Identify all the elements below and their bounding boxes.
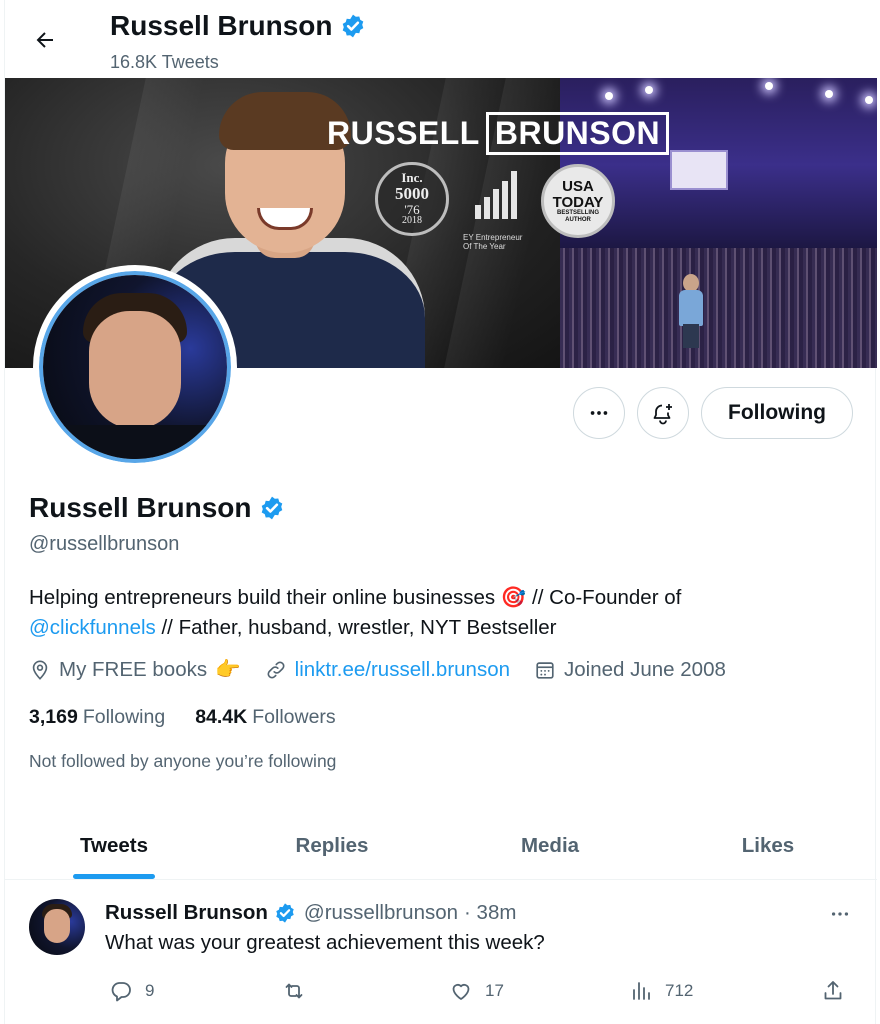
share-icon [824, 981, 842, 1000]
inc-5000-badge: Inc. 5000 '76 2018 [375, 162, 449, 236]
verified-badge-icon [343, 14, 364, 38]
notifications-button[interactable] [637, 387, 689, 439]
tab-media[interactable]: Media [441, 812, 659, 879]
ey-award-badge [463, 162, 529, 228]
website-link[interactable]: linktr.ee/russell.brunson [295, 658, 510, 682]
tweet-actions: 9 17 712 [105, 979, 855, 1009]
tweet-author-handle[interactable]: @russellbrunson [304, 901, 458, 925]
profile-handle: @russellbrunson [29, 533, 180, 555]
share-button[interactable] [821, 979, 845, 1003]
follow-stats: 3,169 Following 84.4K Followers [29, 706, 336, 729]
profile-header-bar: Russell Brunson 16.8K Tweets [5, 0, 877, 78]
header-name-row: Russell Brunson [110, 10, 366, 42]
stage-speaker [677, 274, 705, 348]
profile-location: My FREE books 👉 [29, 658, 241, 682]
more-options-button[interactable] [573, 387, 625, 439]
tweet-count: 16.8K Tweets [110, 52, 219, 72]
like-button[interactable]: 17 [449, 979, 504, 1003]
heart-icon [452, 983, 470, 1000]
reply-icon [111, 982, 131, 1002]
retweet-icon [285, 983, 303, 999]
ey-award-caption: EY Entrepreneur Of The Year [463, 233, 523, 251]
like-count: 17 [485, 981, 504, 1000]
profile-name-row: Russell Brunson [29, 492, 285, 524]
header-name: Russell Brunson [110, 10, 333, 41]
followed-by-note: Not followed by anyone you’re following [29, 751, 337, 771]
retweet-button[interactable] [281, 979, 307, 1003]
tweet-more-button[interactable] [823, 899, 857, 929]
arena-crowd [560, 248, 877, 368]
tweet-item[interactable]: Russell Brunson @russellbrunson · 38m Wh… [5, 881, 877, 1024]
profile-joined-date: Joined June 2008 [534, 658, 726, 682]
verified-badge-icon [276, 903, 294, 923]
following-count-link[interactable]: 3,169 Following [29, 706, 165, 729]
tweet-author-name[interactable]: Russell Brunson [105, 901, 268, 925]
followers-count-link[interactable]: 84.4K Followers [195, 706, 335, 729]
link-icon [267, 661, 285, 679]
profile-column: Russell Brunson 16.8K Tweets RUSSELL BRU… [4, 0, 877, 1024]
profile-bio: Helping entrepreneurs build their online… [29, 586, 682, 639]
more-horizontal-icon [831, 912, 849, 916]
usa-today-badge: USA TODAY BESTSELLING AUTHOR [541, 164, 615, 238]
bell-plus-icon [653, 404, 672, 425]
clickfunnels-mention-link[interactable]: @clickfunnels [29, 616, 156, 639]
tab-likes[interactable]: Likes [659, 812, 877, 879]
verified-badge-icon[interactable] [259, 495, 285, 521]
tweet-timestamp[interactable]: · 38m [464, 901, 516, 925]
reply-count: 9 [145, 981, 155, 1000]
tweet-text: What was your greatest achievement this … [105, 931, 545, 954]
tweet-header: Russell Brunson @russellbrunson · 38m [105, 901, 516, 925]
active-tab-indicator [73, 874, 155, 879]
following-button[interactable]: Following [701, 387, 853, 439]
profile-tabs: Tweets Replies Media Likes [5, 812, 877, 880]
profile-avatar[interactable] [33, 265, 237, 469]
profile-meta-row: My FREE books 👉 linktr.ee/russell.brunso… [29, 658, 750, 682]
tab-tweets[interactable]: Tweets [5, 812, 223, 879]
pointing-emoji: 👉 [215, 658, 241, 681]
stage-screen [670, 150, 728, 190]
tab-replies[interactable]: Replies [223, 812, 441, 879]
arrow-left-icon [36, 32, 53, 48]
profile-website[interactable]: linktr.ee/russell.brunson [265, 658, 510, 682]
more-horizontal-icon [590, 411, 608, 415]
tweet-author-avatar[interactable] [29, 899, 85, 955]
analytics-icon [633, 982, 650, 1000]
banner-logo: RUSSELL BRUNSON [327, 112, 670, 155]
views-button[interactable]: 712 [629, 979, 693, 1003]
location-pin-icon [32, 660, 48, 680]
back-button[interactable] [27, 22, 63, 58]
view-count: 712 [665, 981, 694, 1000]
reply-button[interactable]: 9 [109, 979, 154, 1003]
profile-name: Russell Brunson [29, 492, 252, 523]
calendar-icon [536, 662, 554, 679]
target-emoji: 🎯 [500, 586, 527, 609]
